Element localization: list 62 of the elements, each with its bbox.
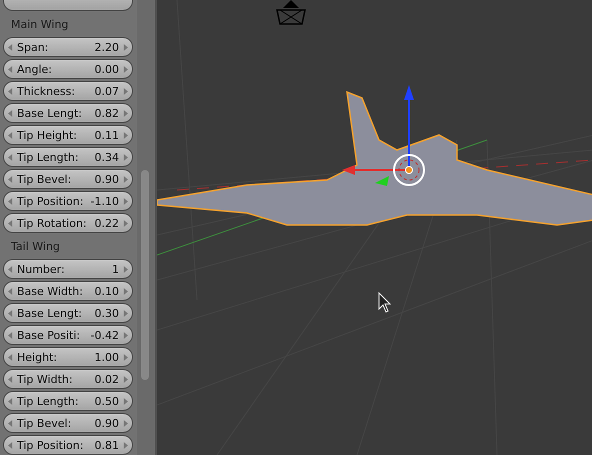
left-arrow-icon[interactable] [8,220,13,226]
transform-gizmo[interactable] [342,85,425,186]
left-arrow-icon[interactable] [8,176,13,182]
number-field[interactable]: Tip Rotation: 0.22 [3,213,133,233]
right-arrow-icon[interactable] [123,288,128,294]
3d-viewport[interactable] [157,0,592,455]
right-arrow-icon[interactable] [123,198,128,204]
number-field[interactable]: Angle: 0.00 [3,59,133,79]
right-arrow-icon[interactable] [123,376,128,382]
number-field[interactable]: Tip Width: 0.02 [3,369,133,389]
right-arrow-icon[interactable] [123,310,128,316]
right-arrow-icon[interactable] [123,420,128,426]
number-field[interactable]: Base Width: 0.10 [3,281,133,301]
right-arrow-icon[interactable] [123,176,128,182]
right-arrow-icon[interactable] [123,398,128,404]
left-arrow-icon[interactable] [8,266,13,272]
left-arrow-icon[interactable] [8,154,13,160]
camera-icon [276,0,306,25]
mouse-cursor-icon [378,292,392,313]
left-arrow-icon[interactable] [8,398,13,404]
number-field[interactable]: Height: 1.00 [3,347,133,367]
right-arrow-icon[interactable] [123,332,128,338]
right-arrow-icon[interactable] [123,132,128,138]
number-field[interactable]: Base Lengt: 0.82 [3,103,133,123]
left-arrow-icon[interactable] [8,110,13,116]
right-arrow-icon[interactable] [123,220,128,226]
left-arrow-icon[interactable] [8,420,13,426]
number-field[interactable]: Number: 1 [3,259,133,279]
left-arrow-icon[interactable] [8,376,13,382]
number-field[interactable]: Span: 2.20 [3,37,133,57]
left-arrow-icon[interactable] [8,88,13,94]
left-arrow-icon[interactable] [8,66,13,72]
number-field[interactable]: Tip Bevel: 0.90 [3,169,133,189]
left-arrow-icon[interactable] [8,332,13,338]
number-field[interactable]: Tip Length: 0.34 [3,147,133,167]
left-arrow-icon[interactable] [8,310,13,316]
number-field[interactable]: Tip Position: -1.10 [3,191,133,211]
left-arrow-icon[interactable] [8,442,13,448]
left-arrow-icon[interactable] [8,44,13,50]
right-arrow-icon[interactable] [123,442,128,448]
number-field[interactable]: Tip Length: 0.50 [3,391,133,411]
airplane-model[interactable] [157,90,592,226]
right-arrow-icon[interactable] [123,44,128,50]
number-field[interactable]: Tip Height: 0.11 [3,125,133,145]
left-arrow-icon[interactable] [8,354,13,360]
right-arrow-icon[interactable] [123,266,128,272]
right-arrow-icon[interactable] [123,88,128,94]
left-arrow-icon[interactable] [8,198,13,204]
right-arrow-icon[interactable] [123,354,128,360]
left-arrow-icon[interactable] [8,288,13,294]
number-field[interactable]: Tip Position: 0.81 [3,435,133,455]
section-title: Tail Wing [10,239,61,255]
number-field[interactable]: Tip Bevel: 0.90 [3,413,133,433]
scrollbar[interactable] [137,0,157,455]
number-field[interactable]: Base Positi: -0.42 [3,325,133,345]
right-arrow-icon[interactable] [123,154,128,160]
number-field[interactable]: Thickness: 0.07 [3,81,133,101]
left-arrow-icon[interactable] [8,132,13,138]
number-field[interactable]: Base Lengt: 0.30 [3,303,133,323]
section-title: Main Wing [10,17,70,33]
right-arrow-icon[interactable] [123,66,128,72]
right-arrow-icon[interactable] [123,110,128,116]
